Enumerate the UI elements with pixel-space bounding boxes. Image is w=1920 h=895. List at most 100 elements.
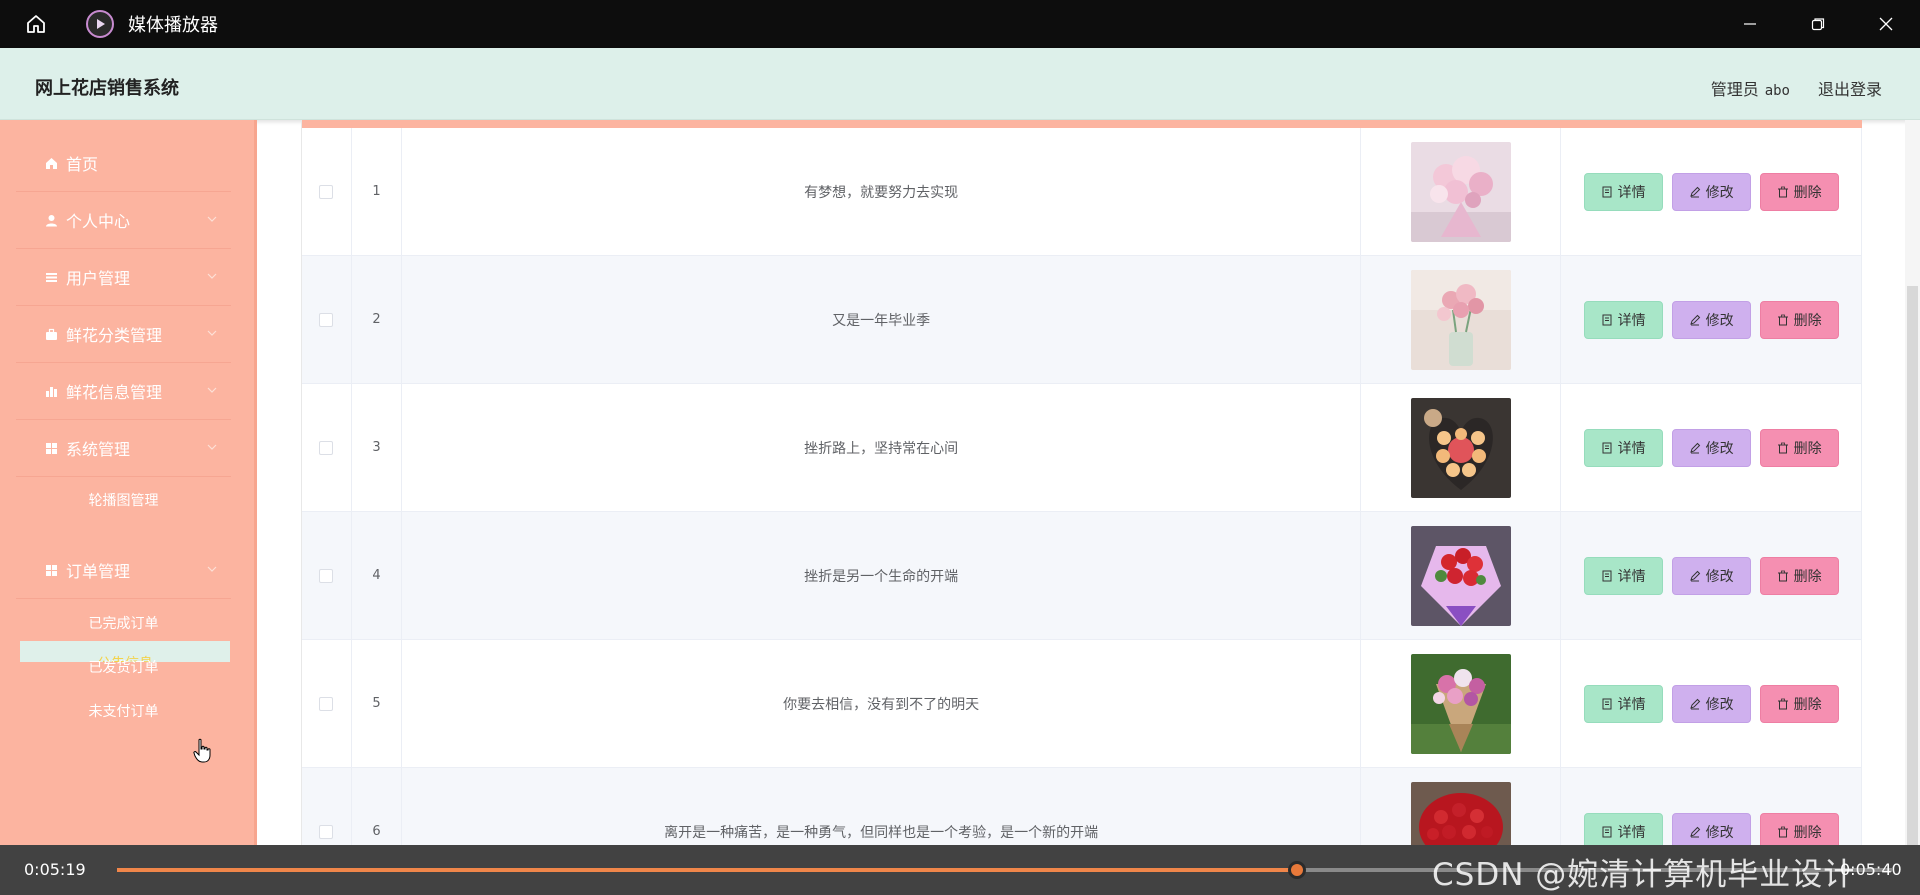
row-checkbox[interactable] [319,824,334,839]
row-checkbox[interactable] [319,440,334,455]
trash-icon [1777,186,1788,197]
sidebar-item-system-management[interactable]: 系统管理 [16,420,231,477]
sidebar-item-home[interactable]: 首页 [16,135,231,192]
sidebar-item-flower-info[interactable]: 鲜花信息管理 [16,363,231,420]
pencil-icon [1689,698,1700,709]
hand-cursor-icon [193,738,211,763]
row-checkbox[interactable] [319,568,334,583]
detail-button[interactable]: 详情 [1583,300,1663,339]
edit-button[interactable]: 修改 [1671,300,1751,339]
sidebar-sub-carousel[interactable]: 轮播图管理 [16,490,231,510]
row-index: 5 [352,640,402,767]
sidebar-item-label: 首页 [66,155,99,174]
document-icon [1602,314,1612,325]
delete-button[interactable]: 删除 [1759,556,1839,595]
delete-label: 删除 [1793,312,1822,329]
edit-button[interactable]: 修改 [1671,556,1751,595]
trash-icon [1777,698,1788,709]
close-button[interactable] [1852,0,1920,48]
edit-label: 修改 [1705,184,1734,201]
briefcase-icon [44,327,58,341]
edit-button[interactable]: 修改 [1671,428,1751,467]
pencil-icon [1689,314,1700,325]
sidebar: 首页 个人中心 用户管理 鲜花分类管理 鲜花信息管理 系统管理 轮播图管理 公告… [0,120,257,845]
current-user: 管理员 abo [1711,76,1790,100]
seek-bar-progress [117,868,1298,872]
sidebar-item-order-management[interactable]: 订单管理 [16,542,231,599]
table-row: 2 又是一年毕业季 详情 修改 删除 [302,256,1862,384]
flower-image [1410,781,1511,845]
detail-label: 详情 [1617,184,1646,201]
sidebar-sub-shipped-orders[interactable]: 已发货订单 [16,657,231,677]
detail-button[interactable]: 详情 [1583,684,1663,723]
table-row: 3 挫折路上，坚持常在心间 详情 修改 删除 [302,384,1862,512]
grid-icon [44,563,58,577]
minimize-button[interactable] [1716,0,1784,48]
pencil-icon [1689,570,1700,581]
row-index: 6 [352,768,402,845]
detail-button[interactable]: 详情 [1583,812,1663,845]
detail-label: 详情 [1617,440,1646,457]
media-player-icon [86,10,114,38]
restore-icon [1811,18,1825,31]
row-checkbox[interactable] [319,184,334,199]
sidebar-item-label: 鲜花分类管理 [66,326,163,345]
row-checkbox[interactable] [319,312,334,327]
delete-button[interactable]: 删除 [1759,684,1839,723]
minimize-icon [1744,23,1756,25]
flower-image [1410,653,1511,754]
detail-button[interactable]: 详情 [1583,172,1663,211]
sidebar-sub-completed-orders[interactable]: 已完成订单 [16,613,231,633]
sidebar-item-user-management[interactable]: 用户管理 [16,249,231,306]
edit-label: 修改 [1705,440,1734,457]
flower-image [1410,525,1511,626]
flower-image [1410,141,1511,242]
page-scrollbar[interactable] [1905,120,1920,845]
document-icon [1602,442,1612,453]
delete-button[interactable]: 删除 [1759,428,1839,467]
logout-link[interactable]: 退出登录 [1818,76,1882,100]
scrollbar-thumb[interactable] [1907,286,1918,845]
sidebar-item-label: 系统管理 [66,440,131,459]
user-role: 管理员 [1710,80,1759,99]
table-row: 1 有梦想，就要努力去实现 详情 修改 删除 [302,128,1862,256]
sidebar-item-label: 个人中心 [66,212,131,231]
edit-button[interactable]: 修改 [1671,684,1751,723]
row-checkbox[interactable] [319,696,334,711]
table-header [302,120,1862,128]
detail-button[interactable]: 详情 [1583,556,1663,595]
chevron-down-icon [207,566,217,572]
sidebar-item-flower-category[interactable]: 鲜花分类管理 [16,306,231,363]
sidebar-item-personal-center[interactable]: 个人中心 [16,192,231,249]
row-title: 有梦想，就要努力去实现 [402,128,1362,255]
trash-icon [1777,314,1788,325]
row-index: 1 [352,128,402,255]
home-button[interactable] [0,0,72,48]
detail-button[interactable]: 详情 [1583,428,1663,467]
edit-button[interactable]: 修改 [1671,172,1751,211]
document-icon [1602,826,1612,837]
user-icon [44,213,58,227]
player-controls: 0:05:19 CSDN @婉清计算机毕业设计 0:05:40 [0,845,1920,895]
row-title: 离开是一种痛苦，是一种勇气，但同样也是一个考验，是一个新的开端 [402,768,1362,845]
delete-button[interactable]: 删除 [1759,172,1839,211]
grid-icon [44,441,58,455]
detail-label: 详情 [1617,312,1646,329]
home-icon [44,156,58,170]
chevron-down-icon [207,444,217,450]
trash-icon [1777,570,1788,581]
restore-button[interactable] [1784,0,1852,48]
edit-label: 修改 [1705,568,1734,585]
delete-label: 删除 [1793,696,1822,713]
edit-button[interactable]: 修改 [1671,812,1751,845]
pencil-icon [1689,826,1700,837]
delete-button[interactable]: 删除 [1759,812,1839,845]
watermark: CSDN @婉清计算机毕业设计 [1432,857,1856,893]
list-icon [44,270,58,284]
app-header: 网上花店销售系统 管理员 abo 退出登录 [0,48,1920,120]
sidebar-sub-unpaid-orders[interactable]: 未支付订单 [16,701,231,721]
home-icon [27,15,45,33]
delete-label: 删除 [1793,184,1822,201]
delete-button[interactable]: 删除 [1759,300,1839,339]
seek-handle[interactable] [1288,861,1307,879]
